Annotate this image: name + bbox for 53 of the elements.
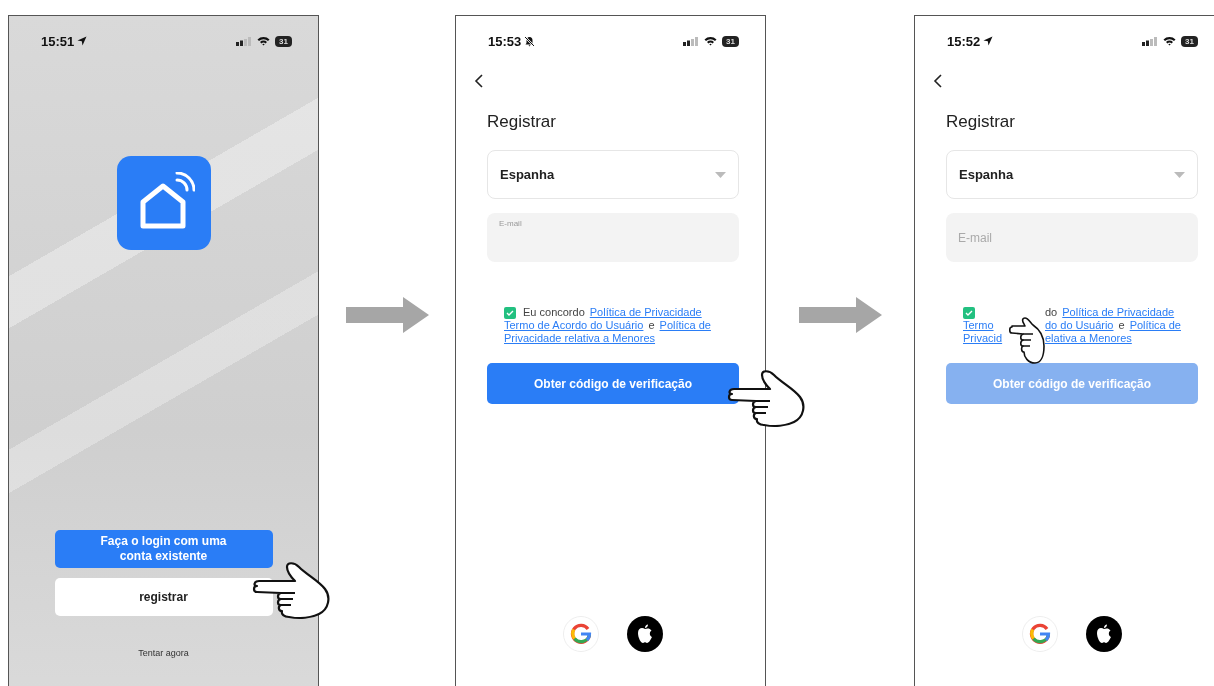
terms-link[interactable]: elativa a Menores	[1045, 332, 1132, 345]
consent-text: do	[1045, 306, 1058, 319]
right-arrow-icon	[798, 297, 882, 333]
consent-text: e	[1118, 319, 1125, 332]
back-icon[interactable]	[933, 74, 943, 88]
register-button[interactable]: registrar	[54, 578, 273, 616]
status-time: 15:51	[41, 33, 75, 49]
terms-link[interactable]: Política de Privacidade	[589, 306, 702, 319]
consent-text: e	[648, 319, 655, 332]
country-dropdown[interactable]: Espanha	[487, 150, 739, 199]
login-button[interactable]: Faça o login com uma conta existente	[54, 530, 273, 568]
try-now-link[interactable]: Tentar agora	[9, 648, 318, 658]
terms-link[interactable]: Privacidade relativa a Menores	[504, 332, 656, 345]
terms-link[interactable]: Política de	[1129, 319, 1181, 332]
page-title: Registrar	[946, 112, 1016, 132]
caret-icon	[1174, 171, 1185, 178]
google-logo-icon[interactable]	[1022, 616, 1058, 652]
terms-link[interactable]: do do Usuário	[1045, 319, 1114, 332]
caret-icon	[715, 171, 726, 178]
back-icon[interactable]	[474, 74, 484, 88]
terms-link[interactable]: Termo	[963, 319, 994, 332]
email-field[interactable]: E-mail	[487, 213, 739, 262]
battery-icon: 31	[722, 35, 739, 47]
page-title: Registrar	[487, 112, 557, 132]
checkbox[interactable]	[504, 306, 516, 319]
email-field[interactable]: E-mail	[946, 213, 1198, 262]
checkbox[interactable]	[963, 306, 975, 319]
smart-home-logo-icon	[116, 156, 211, 250]
location-arrow-icon	[77, 36, 88, 46]
wifi-icon	[704, 36, 718, 46]
signal-icon	[1142, 36, 1159, 46]
google-logo-icon[interactable]	[563, 616, 599, 652]
wifi-icon	[257, 36, 271, 46]
pointing-hand-icon	[1009, 316, 1045, 366]
status-time: 15:52	[947, 33, 981, 49]
consent-text: Eu concordo	[523, 306, 585, 319]
terms-link[interactable]: Termo de Acordo do Usuário	[504, 319, 644, 332]
wifi-icon	[1163, 36, 1177, 46]
apple-logo-icon[interactable]	[627, 616, 663, 652]
terms-link[interactable]: Privacid	[963, 332, 1003, 345]
bell-slash-icon	[524, 35, 536, 47]
status-time: 15:53	[488, 33, 522, 49]
apple-logo-icon[interactable]	[1086, 616, 1122, 652]
get-code-button[interactable]: Obter código de verificação	[487, 363, 739, 404]
terms-link[interactable]: Política de Privacidade	[1062, 306, 1175, 319]
country-dropdown[interactable]: Espanha	[946, 150, 1198, 199]
signal-icon	[683, 36, 700, 46]
battery-icon: 31	[275, 35, 292, 47]
battery-icon: 31	[1181, 35, 1198, 47]
location-arrow-icon	[983, 36, 994, 46]
signal-icon	[236, 36, 253, 46]
terms-link[interactable]: Política de	[659, 319, 711, 332]
right-arrow-icon	[345, 297, 429, 333]
